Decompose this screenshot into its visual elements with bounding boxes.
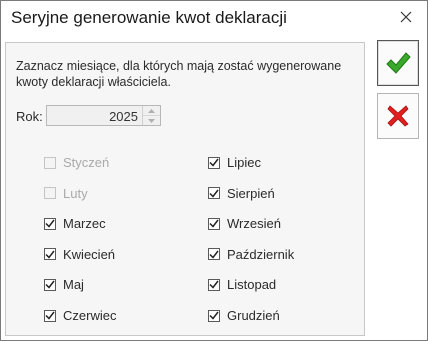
checkbox-box[interactable] xyxy=(208,156,220,169)
check-mark-icon xyxy=(45,311,55,320)
checkbox-box[interactable] xyxy=(44,278,56,291)
checkbox-label: Listopad xyxy=(227,277,277,293)
checkbox-box[interactable] xyxy=(44,309,56,322)
checkbox-box[interactable] xyxy=(208,248,220,261)
checkbox-month[interactable]: Lipiec xyxy=(208,155,261,170)
check-mark-icon xyxy=(45,280,55,290)
checkbox-label: Kwiecień xyxy=(63,246,116,262)
checkbox-label: Lipiec xyxy=(227,155,261,170)
checkbox-month[interactable]: Sierpień xyxy=(208,186,275,201)
checkbox-box[interactable] xyxy=(208,309,220,322)
checkbox-month[interactable]: Czerwiec xyxy=(44,308,116,323)
checkbox-month: Luty xyxy=(44,186,88,201)
checkbox-month: Styczeń xyxy=(44,155,109,170)
checkbox-box xyxy=(44,187,56,200)
checkbox-label: Wrzesień xyxy=(227,216,281,232)
checkbox-label: Sierpień xyxy=(227,185,275,201)
year-spinner[interactable]: 2025 xyxy=(46,105,161,126)
chevron-down-icon xyxy=(148,118,155,123)
year-decrement-button[interactable] xyxy=(143,116,160,125)
checkbox-month[interactable]: Grudzień xyxy=(208,308,280,323)
check-mark-icon xyxy=(209,311,219,320)
checkbox-label: Maj xyxy=(63,277,84,293)
cancel-x-icon xyxy=(387,105,409,127)
checkbox-box[interactable] xyxy=(208,187,220,200)
check-mark-icon xyxy=(45,219,55,228)
checkbox-box[interactable] xyxy=(208,278,220,291)
year-label: Rok: xyxy=(16,109,43,124)
year-value: 2025 xyxy=(109,109,138,124)
confirm-button[interactable] xyxy=(377,40,419,86)
checkbox-month[interactable]: Marzec xyxy=(44,216,106,231)
checkbox-box xyxy=(44,156,56,169)
dialog-window: Seryjne generowanie kwot deklaracji Zazn… xyxy=(0,0,428,341)
cancel-button[interactable] xyxy=(377,93,419,139)
check-mark-icon xyxy=(209,250,219,259)
check-mark-icon xyxy=(209,280,219,290)
checkbox-box[interactable] xyxy=(44,248,56,261)
checkbox-month[interactable]: Maj xyxy=(44,277,84,292)
checkbox-box[interactable] xyxy=(44,217,56,230)
chevron-up-icon xyxy=(148,108,155,113)
close-icon xyxy=(400,11,412,23)
checkbox-label: Grudzień xyxy=(227,308,280,323)
checkbox-month[interactable]: Kwiecień xyxy=(44,247,115,262)
checkbox-box[interactable] xyxy=(208,217,220,230)
year-spinner-buttons xyxy=(142,106,160,125)
checkbox-label: Luty xyxy=(63,185,88,201)
checkbox-month[interactable]: Październik xyxy=(208,247,294,262)
months-panel: Zaznacz miesiące, dla których mają zosta… xyxy=(5,42,365,336)
instruction-text: Zaznacz miesiące, dla których mają zosta… xyxy=(16,59,342,89)
check-mark-icon xyxy=(209,219,219,228)
check-mark-icon xyxy=(209,189,219,198)
checkmark-icon xyxy=(386,52,411,74)
checkbox-month[interactable]: Listopad xyxy=(208,277,276,292)
check-mark-icon xyxy=(209,158,219,167)
dialog-title: Seryjne generowanie kwot deklaracji xyxy=(11,8,287,27)
close-button[interactable] xyxy=(391,4,421,30)
checkbox-month[interactable]: Wrzesień xyxy=(208,216,281,231)
checkbox-label: Październik xyxy=(227,246,295,262)
checkbox-label: Czerwiec xyxy=(63,308,117,323)
year-increment-button[interactable] xyxy=(143,106,160,116)
check-mark-icon xyxy=(45,250,55,259)
checkbox-label: Marzec xyxy=(63,216,106,232)
checkbox-label: Styczeń xyxy=(63,155,110,170)
